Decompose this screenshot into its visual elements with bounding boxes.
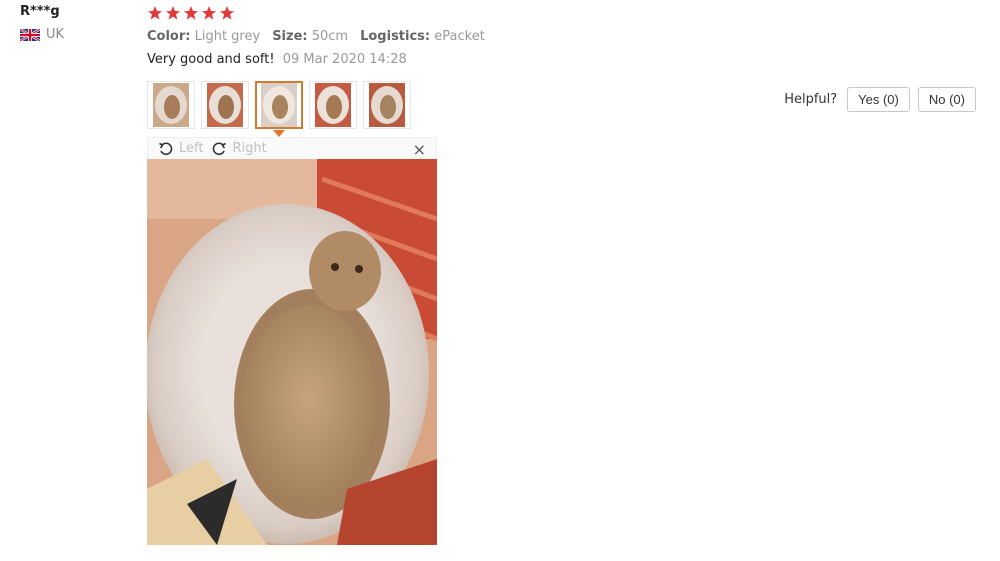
review-photo-5[interactable] [363, 81, 411, 129]
star-icon [166, 6, 180, 20]
color-value: Light grey [194, 29, 261, 44]
review-photo-4[interactable] [309, 81, 357, 129]
review-photo-2[interactable] [201, 81, 249, 129]
photo-thumbnail-image [315, 83, 351, 127]
reviewer-info: R***g UK [20, 4, 140, 42]
photo-viewer: Left Right × [147, 137, 437, 545]
review-text: Very good and soft! [147, 52, 275, 67]
photo-thumbnail-image [261, 83, 297, 127]
helpful-vote: Helpful? Yes (0) No (0) [784, 87, 976, 112]
size-attribute: Size: 50cm [272, 29, 348, 44]
review-photo-3[interactable] [255, 81, 303, 137]
star-rating [147, 4, 987, 22]
size-value: 50cm [311, 29, 349, 44]
review-body: Color: Light grey Size: 50cm Logistics: … [147, 4, 987, 67]
rotate-left-button[interactable]: Left [158, 141, 203, 157]
logistics-attribute: Logistics: ePacket [360, 29, 485, 44]
rotate-left-icon [159, 142, 173, 155]
star-icon [220, 6, 234, 20]
color-attribute: Color: Light grey [147, 29, 260, 44]
star-icon [184, 6, 198, 20]
logistics-value: ePacket [434, 29, 485, 44]
review-photo-large [147, 159, 437, 545]
rotate-left-label: Left [179, 141, 204, 156]
rotate-right-label: Right [232, 141, 267, 156]
color-label: Color: [147, 29, 191, 44]
uk-flag-icon [20, 28, 40, 41]
review-photo-1[interactable] [147, 81, 195, 129]
reviewer-name: R***g [20, 4, 60, 19]
active-thumbnail-caret [273, 130, 285, 137]
reviewer-country: UK [20, 27, 140, 42]
photo-viewer-toolbar: Left Right × [147, 137, 437, 159]
photo-thumbnail-image [207, 83, 243, 127]
helpful-question: Helpful? [784, 92, 838, 107]
star-icon [202, 6, 216, 20]
review-text-row: Very good and soft! 09 Mar 2020 14:28 [147, 52, 987, 67]
rotate-right-button[interactable]: Right [211, 141, 267, 157]
photo-thumbnail-image [153, 83, 189, 127]
review-attributes: Color: Light grey Size: 50cm Logistics: … [147, 29, 987, 44]
star-icon [148, 6, 162, 20]
review-date: 09 Mar 2020 14:28 [282, 52, 407, 67]
reviewer-country-label: UK [46, 27, 65, 42]
photo-thumbnail-image [369, 83, 405, 127]
size-label: Size: [272, 29, 308, 44]
logistics-label: Logistics: [360, 29, 431, 44]
rotate-right-icon [213, 142, 227, 155]
review-photo-thumbnails [147, 81, 411, 137]
helpful-no-button[interactable]: No (0) [917, 87, 976, 112]
helpful-yes-button[interactable]: Yes (0) [847, 87, 910, 112]
close-icon[interactable]: × [413, 140, 426, 159]
